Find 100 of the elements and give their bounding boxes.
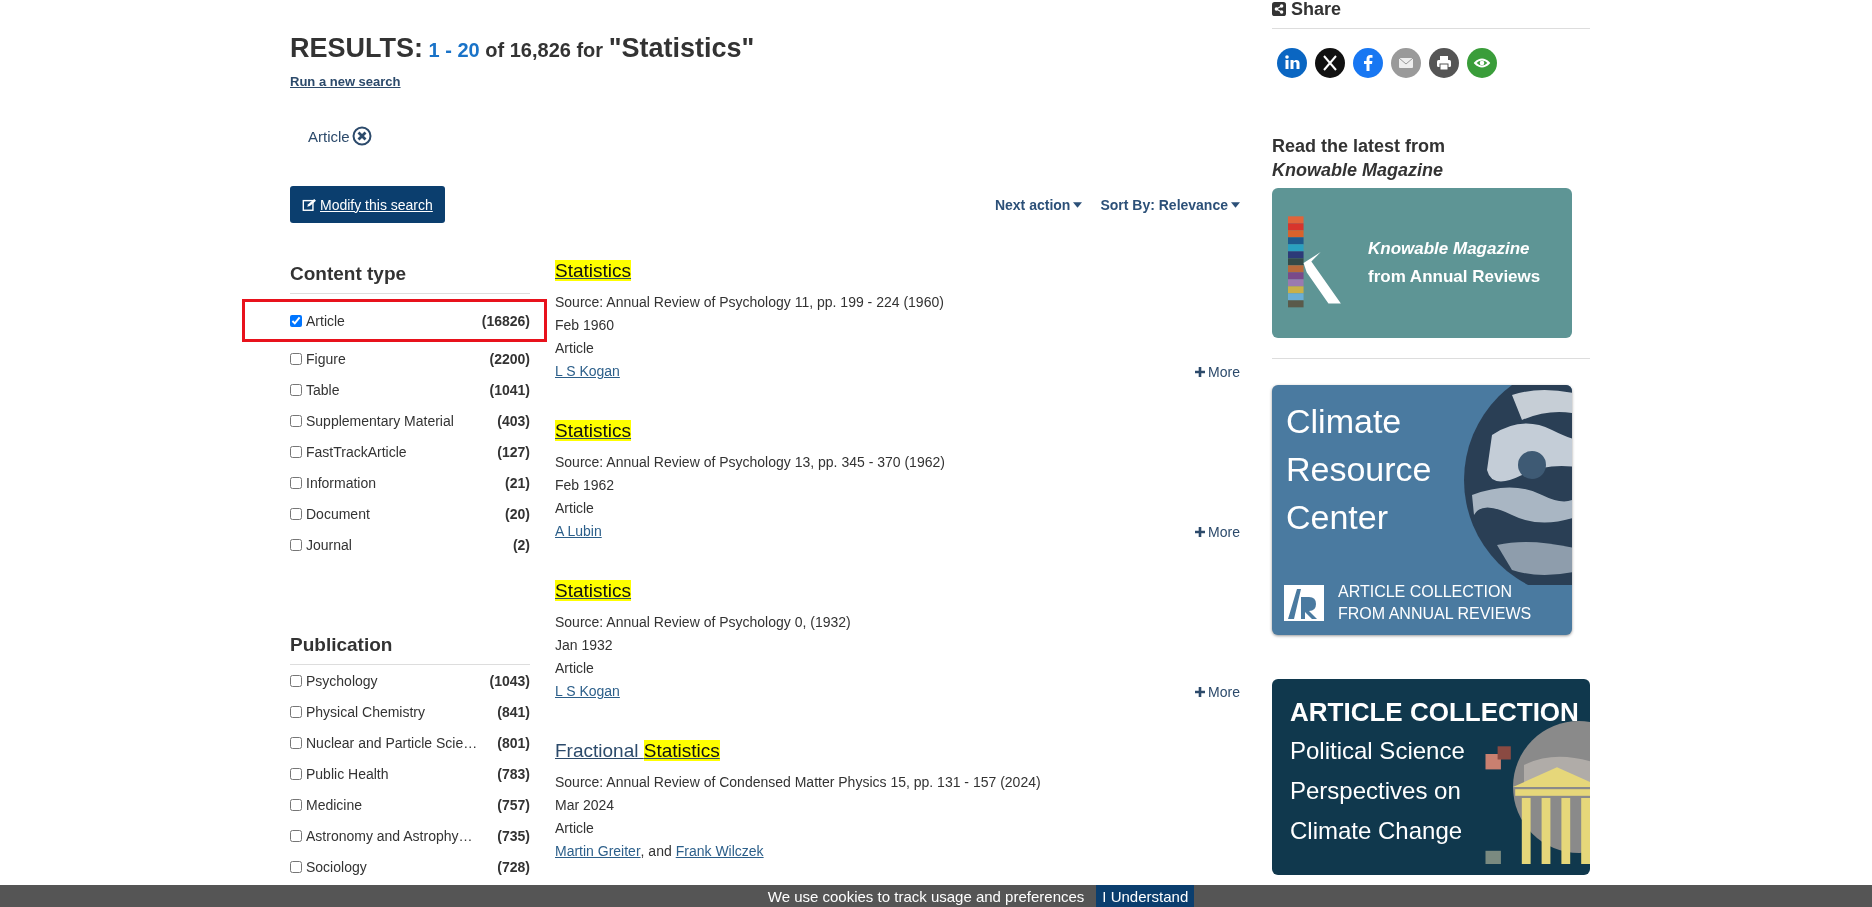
result-type: Article (555, 499, 595, 518)
share-more-icon[interactable] (1467, 48, 1497, 78)
banner-title-line: Center (1286, 497, 1390, 538)
banner-title-line: Climate (1286, 401, 1403, 442)
facet-count: (1043) (489, 672, 530, 689)
result-date: Feb 1962 (555, 476, 616, 495)
facet-label[interactable]: Table (306, 381, 490, 398)
climate-banner[interactable]: Climate Resource Center ARTICLE COLLECTION FROM ANNUAL REVIEWS (1272, 385, 1572, 635)
facet-count: (841) (497, 703, 530, 720)
caret-icon (1073, 201, 1083, 208)
author-link[interactable]: L S Kogan (555, 360, 620, 383)
facet-label[interactable]: Public Health (306, 765, 498, 782)
edit-icon (302, 197, 316, 212)
facet-label[interactable]: Information (306, 474, 506, 491)
facet-heading: Publication (290, 630, 530, 665)
facet-count: (783) (497, 765, 530, 782)
checkbox[interactable] (290, 352, 302, 365)
facet-count: (757) (497, 796, 530, 813)
facet-count: (127) (497, 443, 530, 460)
modify-search-button[interactable]: Modify this search (290, 186, 445, 223)
print-icon[interactable] (1429, 48, 1459, 78)
facet-label[interactable]: Medicine (306, 796, 498, 813)
x-icon[interactable] (1315, 48, 1345, 78)
result-type: Article (555, 659, 595, 678)
checkbox[interactable] (290, 705, 302, 718)
result-source: Source: Annual Review of Psychology 13, pp. 345 - 370 (1962) (555, 453, 946, 472)
facet-label[interactable]: Journal (306, 536, 513, 553)
promo-heading: Read the latest from Knowable Magazine (1272, 135, 1447, 182)
checkbox[interactable] (290, 476, 302, 489)
checkbox[interactable] (290, 414, 302, 427)
checkbox[interactable] (290, 314, 302, 327)
result-title[interactable]: Statistics (555, 259, 632, 283)
more-button[interactable]: More (1195, 363, 1240, 380)
banner-caption-line: FROM ANNUAL REVIEWS (1338, 604, 1532, 624)
author-link[interactable]: A Lubin (555, 520, 602, 543)
publisher-logo-icon (1284, 584, 1324, 622)
facet-label[interactable]: Astronomy and Astrophy… (306, 827, 498, 844)
facet-label[interactable]: Psychology (306, 672, 490, 689)
dropdown-button[interactable]: Sort By: Relevance (1100, 196, 1240, 213)
result-title[interactable]: Statistics (555, 579, 632, 603)
checkbox[interactable] (290, 767, 302, 780)
filter-label: Article (308, 127, 350, 145)
facet-count: (20) (505, 505, 530, 522)
facet-count: (21) (505, 474, 530, 491)
cookie-message: We use cookies to track usage and preferences (767, 887, 1085, 905)
author-link[interactable]: Frank Wilczek (675, 840, 764, 863)
more-button[interactable]: More (1195, 523, 1240, 540)
checkbox[interactable] (290, 798, 302, 811)
result-date: Feb 1960 (555, 316, 616, 335)
facet-label[interactable]: Supplementary Material (306, 412, 498, 429)
banner-subtitle: from Annual Reviews (1368, 266, 1541, 288)
checkbox[interactable] (290, 445, 302, 458)
results-heading: RESULTS: 1 - 20 of 16,826 for "Statistics" (290, 32, 756, 65)
author-link[interactable]: L S Kogan (555, 680, 620, 703)
facet-label[interactable]: Physical Chemistry (306, 703, 498, 720)
checkbox[interactable] (290, 829, 302, 842)
caret-icon (1231, 201, 1240, 208)
checkbox[interactable] (290, 383, 302, 396)
result-date: Mar 2024 (555, 796, 616, 815)
result-source: Source: Annual Review of Psychology 0, (1932) (555, 613, 852, 632)
share-heading: Share (1291, 0, 1342, 18)
facet-count: (728) (497, 858, 530, 875)
dropdown-button[interactable]: Next action (994, 196, 1083, 213)
facet-count: (2200) (489, 350, 530, 367)
remove-filter-icon[interactable] (351, 126, 372, 146)
plus-icon (1195, 526, 1206, 537)
facet-heading: Content type (290, 259, 530, 294)
checkbox[interactable] (290, 674, 302, 687)
result-title[interactable]: Fractional Statistics (555, 739, 720, 763)
banner-title-line: Climate Change (1290, 816, 1464, 846)
facet-label[interactable]: Figure (306, 350, 490, 367)
facet-label[interactable]: Sociology (306, 858, 498, 875)
facet-label[interactable]: Document (306, 505, 506, 522)
facet-label[interactable]: FastTrackArticle (306, 443, 498, 460)
facebook-icon[interactable] (1353, 48, 1383, 78)
facet-count: (16826) (481, 312, 530, 329)
banner-caption-line: ARTICLE COLLECTION (1338, 582, 1513, 602)
collection-banner[interactable]: ARTICLE COLLECTION Political Science Perspectives on Climate Change (1272, 679, 1590, 875)
plus-icon (1195, 686, 1206, 697)
more-button[interactable]: More (1195, 683, 1240, 700)
facet-label[interactable]: Nuclear and Particle Scie… (306, 734, 498, 751)
facet-label[interactable]: Article (306, 312, 482, 329)
author-link[interactable]: Martin Greiter (555, 840, 641, 863)
checkbox[interactable] (290, 736, 302, 749)
new-search-link[interactable]: Run a new search (290, 74, 401, 89)
banner-title-line: Political Science (1290, 736, 1466, 766)
banner-title-line: Resource (1286, 449, 1432, 490)
checkbox[interactable] (290, 860, 302, 873)
facet-count: (735) (497, 827, 530, 844)
accept-cookies-button[interactable]: I Understand (1096, 885, 1195, 907)
result-type: Article (555, 819, 595, 838)
linkedin-icon[interactable] (1277, 48, 1307, 78)
email-icon[interactable] (1391, 48, 1421, 78)
checkbox[interactable] (290, 507, 302, 520)
checkbox[interactable] (290, 538, 302, 551)
facet-count: (403) (497, 412, 530, 429)
result-title[interactable]: Statistics (555, 419, 632, 443)
result-type: Article (555, 339, 595, 358)
facet-count: (2) (512, 536, 530, 553)
share-icon (1272, 2, 1286, 16)
